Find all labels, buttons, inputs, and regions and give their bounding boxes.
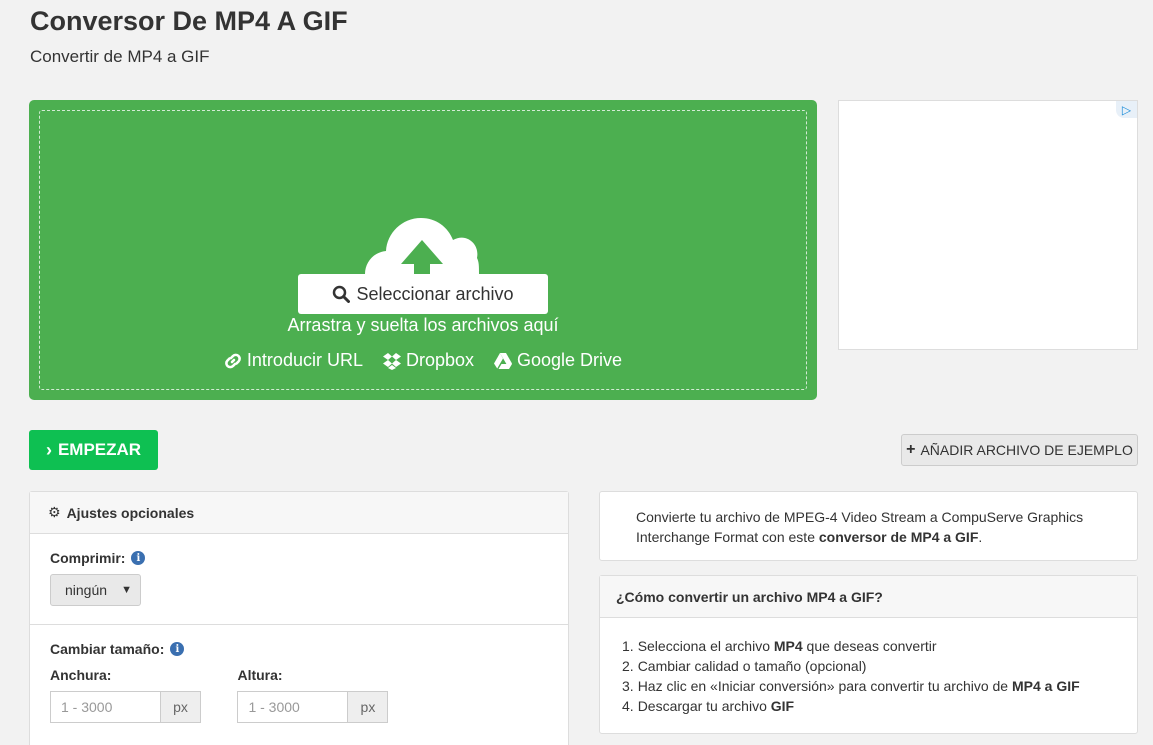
description-bold: conversor de MP4 a GIF [818, 529, 979, 545]
howto-title: ¿Cómo convertir un archivo MP4 a GIF? [600, 576, 1137, 618]
search-icon [333, 285, 351, 303]
howto-steps: 1. Selecciona el archivo MP4 que deseas c… [600, 618, 1137, 716]
resize-section: Cambiar tamaño: i Anchura: 1 - 3000 px A… [30, 625, 568, 723]
start-button[interactable]: › EMPEZAR [29, 430, 158, 470]
google-drive-icon [494, 352, 513, 369]
source-url-label: Introducir URL [246, 350, 363, 370]
compress-selected-value: ningún [65, 582, 108, 598]
description-suffix: . [978, 529, 983, 545]
height-input[interactable]: 1 - 3000 [237, 691, 348, 723]
height-unit: px [347, 691, 389, 723]
howto-step: 4. Descargar tu archivo GIF [622, 698, 795, 714]
dropbox-icon [382, 352, 401, 370]
add-sample-file-button[interactable]: + AÑADIR ARCHIVO DE EJEMPLO [901, 434, 1138, 466]
source-google-drive[interactable]: Google Drive [494, 350, 622, 371]
width-field-group: Anchura: 1 - 3000 px [50, 667, 201, 723]
compress-label-row: Comprimir: i [50, 550, 548, 566]
compress-select[interactable]: ningún ▼ [50, 574, 141, 606]
chevron-right-icon: › [45, 439, 52, 460]
select-file-label: Seleccionar archivo [356, 283, 514, 304]
info-icon[interactable]: i [131, 551, 146, 565]
page-title: Conversor De MP4 A GIF [30, 6, 348, 36]
advertisement[interactable]: ▷ [838, 100, 1138, 350]
optional-settings-panel: ⚙ Ajustes opcionales Comprimir: i ningún… [29, 491, 569, 745]
width-input[interactable]: 1 - 3000 [50, 691, 160, 723]
page-subtitle: Convertir de MP4 a GIF [30, 47, 210, 66]
link-icon [225, 353, 241, 368]
description-panel: Convierte tu archivo de MPEG-4 Video Str… [599, 491, 1138, 561]
width-unit: px [160, 691, 201, 723]
add-sample-label: AÑADIR ARCHIVO DE EJEMPLO [920, 442, 1133, 458]
plus-icon: + [906, 441, 916, 458]
howto-step: 1. Selecciona el archivo MP4 que deseas c… [622, 638, 937, 654]
resize-label: Cambiar tamaño: [50, 641, 165, 657]
height-field-group: Altura: 1 - 3000 px [237, 667, 389, 723]
chevron-down-icon: ▼ [121, 584, 132, 596]
source-dropbox-label: Dropbox [405, 350, 475, 370]
width-label: Anchura: [50, 667, 112, 683]
source-dropbox[interactable]: Dropbox [382, 350, 475, 371]
adchoices-icon[interactable]: ▷ [1116, 101, 1137, 118]
select-file-button[interactable]: Seleccionar archivo [298, 274, 548, 314]
resize-label-row: Cambiar tamaño: i [50, 641, 548, 657]
source-google-drive-label: Google Drive [517, 350, 623, 370]
source-url[interactable]: Introducir URL [224, 350, 363, 371]
start-label: EMPEZAR [57, 440, 142, 459]
gear-icon: ⚙ [48, 504, 61, 520]
compress-section: Comprimir: i ningún ▼ [30, 534, 568, 624]
drop-instructions: Arrastra y suelta los archivos aquí [287, 315, 559, 335]
upload-sources: Introducir URL Dropbox Google Drive [29, 350, 817, 371]
info-icon[interactable]: i [170, 642, 185, 656]
height-label: Altura: [237, 667, 283, 683]
howto-step: 2. Cambiar calidad o tamaño (opcional) [622, 658, 867, 674]
howto-panel: ¿Cómo convertir un archivo MP4 a GIF? 1.… [599, 575, 1138, 734]
compress-label: Comprimir: [50, 550, 126, 566]
optional-settings-header: ⚙ Ajustes opcionales [30, 492, 568, 534]
howto-step: 3. Haz clic en «Iniciar conversión» para … [622, 678, 1080, 694]
optional-settings-title: Ajustes opcionales [66, 504, 195, 521]
